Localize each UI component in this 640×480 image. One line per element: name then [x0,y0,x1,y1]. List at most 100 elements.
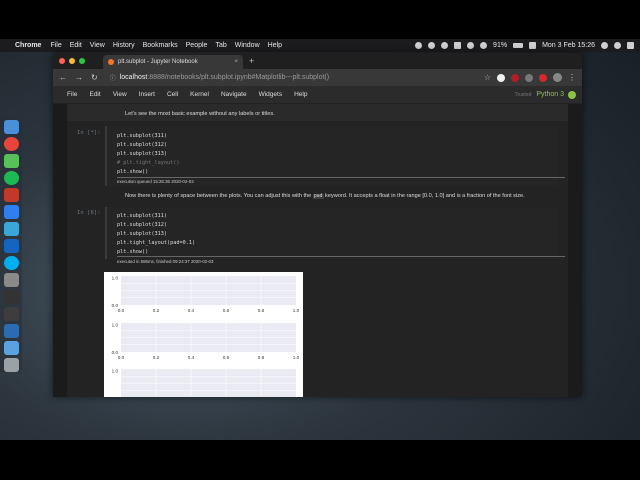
url-host: localhost [119,74,148,81]
spotify-icon[interactable] [3,171,19,185]
profile-avatar[interactable] [553,73,562,82]
app-menu[interactable]: Chrome [15,42,41,49]
toolbar-extensions: ☆ ⋮ [484,73,576,82]
y-tick-label: 1.0 [112,276,119,281]
app-icon-dark[interactable] [3,307,19,321]
code-line: plt.subplot(313) [117,231,167,237]
chrome-icon[interactable] [3,137,19,151]
bookmark-star-icon[interactable]: ☆ [484,73,491,82]
x-tick-label: 0.0 [118,308,125,313]
close-tab-icon[interactable]: × [234,59,238,65]
markdown-text-2a: Now there is plenty of space between the… [125,193,313,199]
jupyter-menubar: File Edit View Insert Cell Kernel Naviga… [53,86,582,104]
menu-edit[interactable]: Edit [70,42,82,49]
menu-bookmarks[interactable]: Bookmarks [143,42,178,49]
code-line: plt.show() [117,169,149,175]
menu-tab[interactable]: Tab [215,42,226,49]
back-icon[interactable]: ← [59,73,67,82]
jmenu-help[interactable]: Help [294,91,307,98]
minimize-window-icon[interactable] [69,58,75,64]
trash-icon[interactable] [3,358,19,372]
skype-icon[interactable] [3,256,19,270]
jmenu-cell[interactable]: Cell [167,91,178,98]
clock[interactable]: Mon 3 Feb 15:26 [542,42,595,49]
jmenu-file[interactable]: File [67,91,77,98]
bluetooth-icon[interactable] [467,42,475,49]
app-icon-blue[interactable] [3,239,19,253]
code-line: plt.tight_layout(pad=0.1) [117,240,196,246]
folder-icon[interactable] [3,341,19,355]
new-tab-icon[interactable]: + [249,56,254,66]
jmenu-navigate[interactable]: Navigate [221,91,247,98]
exec-status-1: execution queued 15:26:36 2020-02-03 [117,179,194,184]
code-line: plt.subplot(312) [117,142,167,148]
messages-icon[interactable] [3,154,19,168]
finder-icon[interactable] [3,120,19,134]
jmenu-kernel[interactable]: Kernel [190,91,209,98]
desktop-bottom [0,440,640,480]
trusted-badge[interactable]: Trusted [515,92,532,98]
cell-divider [117,256,565,257]
menu-file[interactable]: File [50,42,61,49]
x-tick-label: 0.4 [188,308,195,313]
url-path: :8888/notebooks/plt.subplot.ipynb#Matplo… [147,74,330,81]
inline-code-pad: pad [312,194,324,199]
code-line: plt.subplot(311) [117,213,167,219]
markdown-text-1: Let's see the most basic example without… [125,111,275,117]
ublock-extension-icon[interactable] [511,73,519,82]
browser-toolbar: ← → ↻ ⓘ localhost :8888/notebooks/plt.su… [53,69,582,86]
x-tick-label: 0.8 [258,355,265,360]
battery-icon[interactable] [513,43,524,48]
code-block-2[interactable]: plt.subplot(311) plt.subplot(312) plt.su… [117,212,195,257]
forward-icon[interactable]: → [75,73,83,82]
wifi-icon[interactable] [480,42,488,49]
chrome-menu-icon[interactable]: ⋮ [568,73,576,82]
jmenu-widgets[interactable]: Widgets [259,91,282,98]
dock [0,116,22,372]
jmenu-insert[interactable]: Insert [139,91,155,98]
siri-icon[interactable] [614,42,621,49]
mac-menubar: Chrome File Edit View History Bookmarks … [0,39,640,52]
chrome-window: plt.subplot - Jupyter Notebook × + ← → ↻… [53,53,582,397]
record-icon[interactable] [415,42,423,49]
reload-icon[interactable]: ↻ [91,73,98,82]
code-block-1[interactable]: plt.subplot(311) plt.subplot(312) plt.su… [117,132,179,177]
app-icon-gray[interactable] [3,273,19,287]
menu-history[interactable]: History [113,42,135,49]
menu-help[interactable]: Help [268,42,282,49]
app-icon-teal[interactable] [3,222,19,236]
notebook-sheet: Let's see the most basic example without… [67,104,568,397]
dropbox-icon[interactable] [454,42,462,49]
close-window-icon[interactable] [59,58,65,64]
terminal-icon[interactable] [3,290,19,304]
status-tray: 91% Mon 3 Feb 15:26 [415,42,634,49]
app-icon-red[interactable] [3,188,19,202]
extension-icon[interactable] [525,73,533,82]
menu-people[interactable]: People [186,42,208,49]
address-bar[interactable]: ⓘ localhost :8888/notebooks/plt.subplot.… [110,73,484,82]
x-tick-label: 0.6 [223,355,230,360]
cloud-icon[interactable] [441,42,449,49]
flag-icon[interactable] [529,42,537,49]
search-icon[interactable] [601,42,608,49]
plot-output: 0.0 1.0 0.0 0.2 0.4 0.6 0.8 1.0 0.0 1.0 0.0 0.2 0.4 0… [104,272,303,397]
info-icon[interactable]: ⓘ [110,73,116,82]
subplot-axes [121,369,296,397]
prompt-1: In [*]: [77,130,101,136]
markdown-text-2: Now there is plenty of space between the… [125,193,525,199]
subplots-figure: 0.01.00.0 0.2 0.4 0.6 0.8 1.00.01.00.0 0.2 0.4 0… [112,276,300,397]
screen-icon[interactable] [428,42,436,49]
notifications-icon[interactable] [627,42,634,49]
opera-extension-icon[interactable] [539,73,547,82]
tab-notebook[interactable]: plt.subplot - Jupyter Notebook × [103,55,243,69]
jmenu-edit[interactable]: Edit [89,91,100,98]
brave-extension-icon[interactable] [497,73,505,82]
menu-view[interactable]: View [90,42,105,49]
vscode-icon[interactable] [3,205,19,219]
jmenu-view[interactable]: View [113,91,127,98]
tab-title: plt.subplot - Jupyter Notebook [118,59,198,65]
zoom-window-icon[interactable] [79,58,85,64]
kernel-name[interactable]: Python 3 [536,91,564,98]
app-icon-blue2[interactable] [3,324,19,338]
menu-window[interactable]: Window [235,42,260,49]
